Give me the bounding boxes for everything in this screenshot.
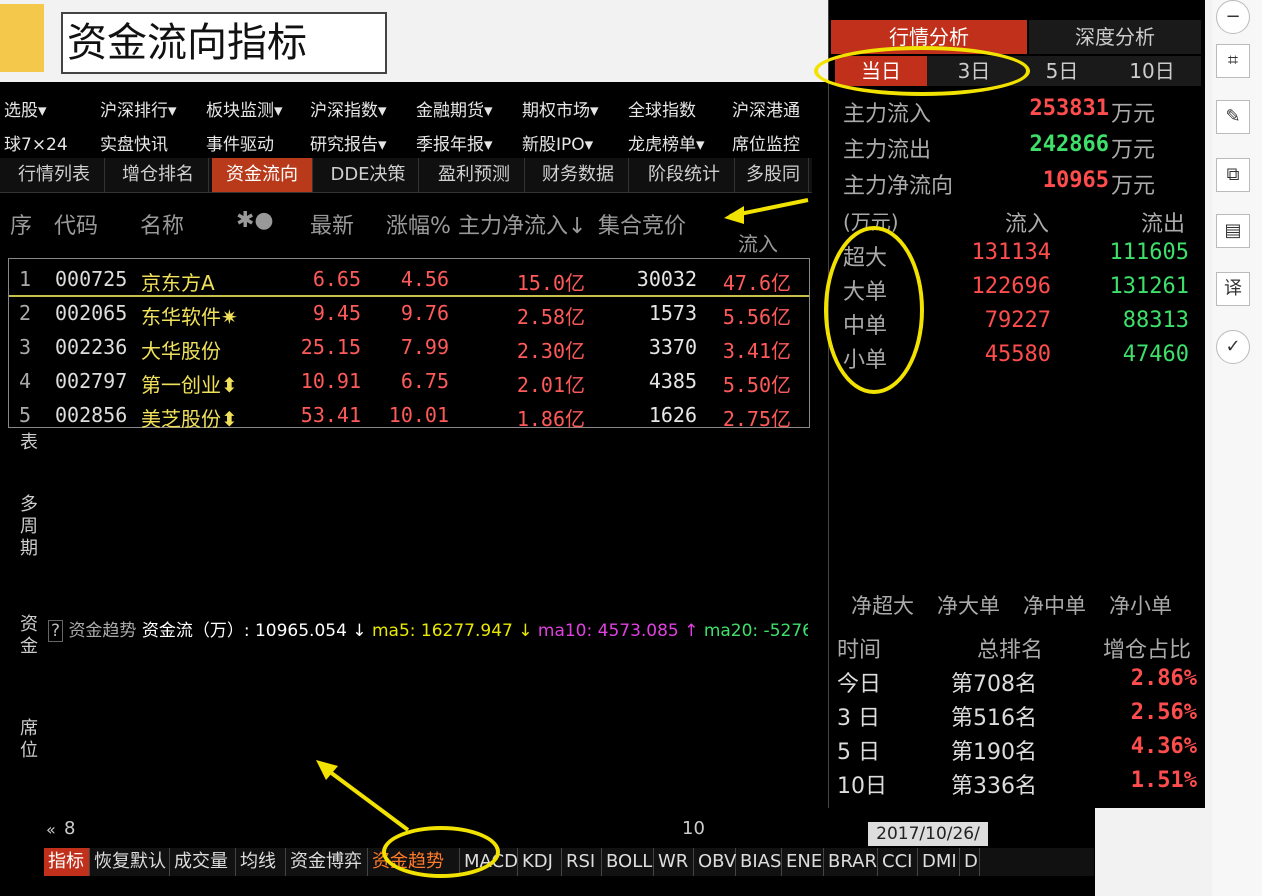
annotation-arrows — [316, 198, 809, 832]
